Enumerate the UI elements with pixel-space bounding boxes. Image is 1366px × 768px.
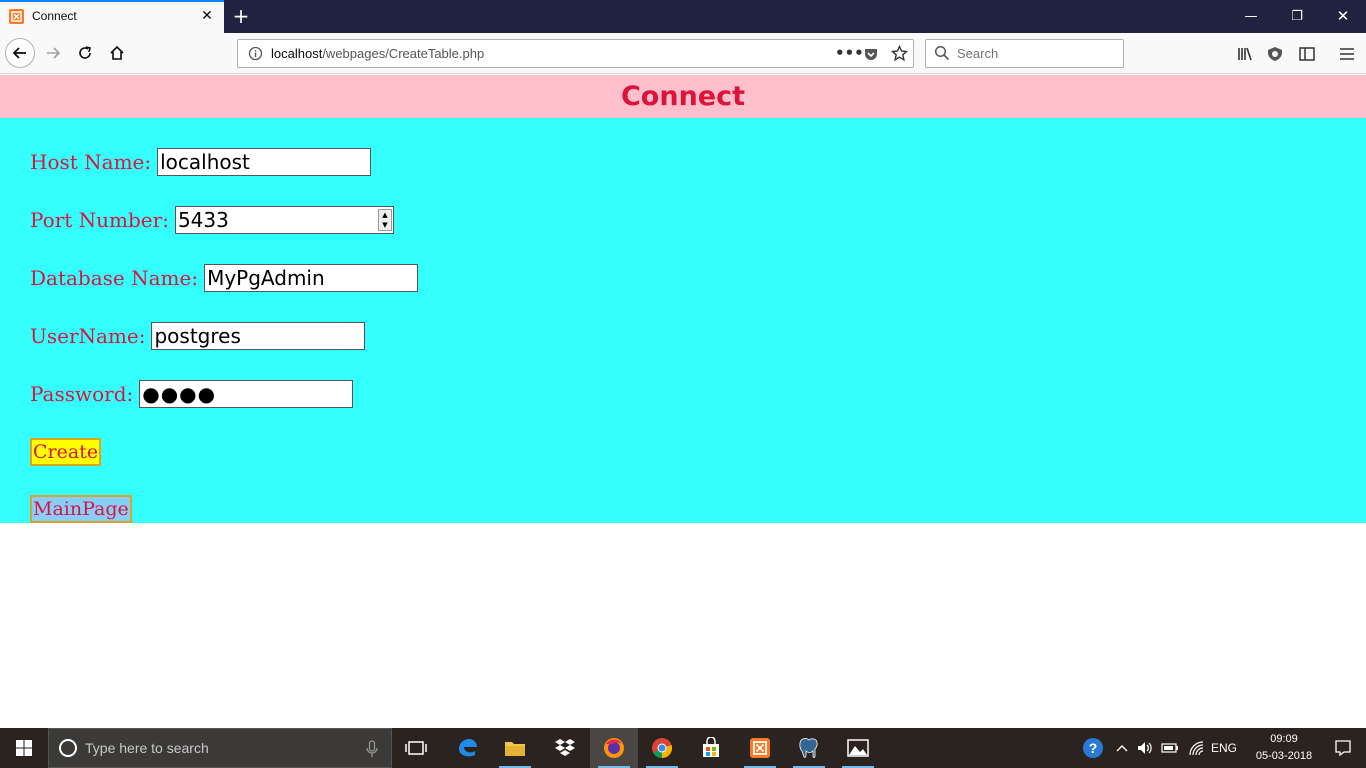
minimize-icon[interactable]: — [1228,0,1274,33]
language-indicator[interactable]: ENG [1208,728,1240,768]
windows-start-icon[interactable] [0,728,48,768]
reload-icon[interactable] [70,38,100,68]
page-title: Connect [620,81,746,112]
close-window-icon[interactable]: ✕ [1320,0,1366,33]
navigation-bar: localhost/webpages/CreateTable.php ••• S… [0,33,1366,74]
search-bar[interactable]: Search [925,39,1124,68]
taskbar-search-placeholder: Type here to search [85,740,209,756]
mainpage-button[interactable]: MainPage [30,495,132,523]
url-host: localhost [271,46,323,61]
password-row: Password: ●●●● [30,380,354,408]
tracking-protection-icon[interactable] [1266,45,1284,63]
page-actions-icon[interactable]: ••• [835,44,864,62]
microphone-icon[interactable] [366,740,378,762]
clock[interactable]: 09:09 05-03-2018 [1246,731,1322,765]
clock-time: 09:09 [1270,733,1298,745]
photos-icon[interactable] [834,728,882,768]
url-path: /webpages/CreateTable.php [322,46,485,61]
show-hidden-icons-icon[interactable] [1112,728,1132,768]
port-number-row: Port Number: 5433 ▲ ▼ [30,206,394,234]
search-placeholder: Search [957,46,999,61]
sidebar-toggle-icon[interactable] [1298,45,1316,63]
url-text: localhost/webpages/CreateTable.php [271,46,484,61]
browser-title-bar: Connect ✕ + — ❐ ✕ [0,0,1366,33]
edge-browser-icon[interactable] [443,728,491,768]
cortana-icon [58,738,78,762]
create-button[interactable]: Create [30,438,102,466]
battery-icon[interactable] [1159,728,1181,768]
clock-date: 05-03-2018 [1255,750,1313,762]
taskbar-search-box[interactable]: Type here to search [48,728,392,768]
database-name-label: Database Name: [30,266,199,290]
wifi-icon[interactable] [1186,728,1208,768]
store-icon[interactable] [687,728,735,768]
password-label: Password: [30,382,134,406]
dropbox-icon[interactable] [541,728,589,768]
username-label: UserName: [30,324,146,348]
xampp-icon[interactable] [736,728,784,768]
search-icon [934,45,950,65]
host-name-label: Host Name: [30,150,152,174]
help-icon[interactable]: ? [1080,728,1106,768]
action-center-icon[interactable] [1320,728,1366,768]
forward-button-icon[interactable] [38,38,68,68]
hamburger-menu-icon[interactable] [1338,45,1356,63]
taskbar: Type here to search ? ENG 09:09 05-03-20… [0,728,1366,768]
tab-title: Connect [32,9,77,23]
new-tab-icon[interactable]: + [230,5,252,27]
xampp-favicon-icon [9,9,24,24]
browser-tab[interactable]: Connect ✕ [0,0,224,33]
library-icon[interactable] [1236,45,1254,63]
svg-text:?: ? [1089,740,1098,756]
port-spinner-icon[interactable]: ▲ ▼ [377,209,392,231]
task-view-icon[interactable] [392,728,440,768]
host-name-input[interactable]: localhost [157,148,372,176]
port-number-input[interactable]: 5433 ▲ ▼ [174,206,394,234]
volume-icon[interactable] [1135,728,1155,768]
connect-form: Host Name: localhost Port Number: 5433 ▲… [0,118,1366,523]
tab-close-icon[interactable]: ✕ [199,8,215,24]
username-input[interactable]: postgres [151,322,366,350]
file-explorer-icon[interactable] [491,728,539,768]
chrome-icon[interactable] [638,728,686,768]
database-name-input[interactable]: MyPgAdmin [204,264,419,292]
postgresql-icon[interactable] [785,728,833,768]
restore-icon[interactable]: ❐ [1274,0,1320,33]
database-name-row: Database Name: MyPgAdmin [30,264,419,292]
url-bar[interactable]: localhost/webpages/CreateTable.php ••• [237,39,914,68]
firefox-icon[interactable] [590,728,638,768]
page-header: Connect [0,75,1366,118]
back-button-icon[interactable] [5,38,35,68]
password-input[interactable]: ●●●● [139,380,354,408]
bookmark-star-icon[interactable] [890,44,909,66]
info-icon[interactable] [248,46,263,65]
home-icon[interactable] [102,38,132,68]
pocket-icon[interactable] [863,46,879,66]
username-row: UserName: postgres [30,322,366,350]
port-number-value: 5433 [177,208,229,232]
port-number-label: Port Number: [30,208,169,232]
host-name-row: Host Name: localhost [30,148,372,176]
